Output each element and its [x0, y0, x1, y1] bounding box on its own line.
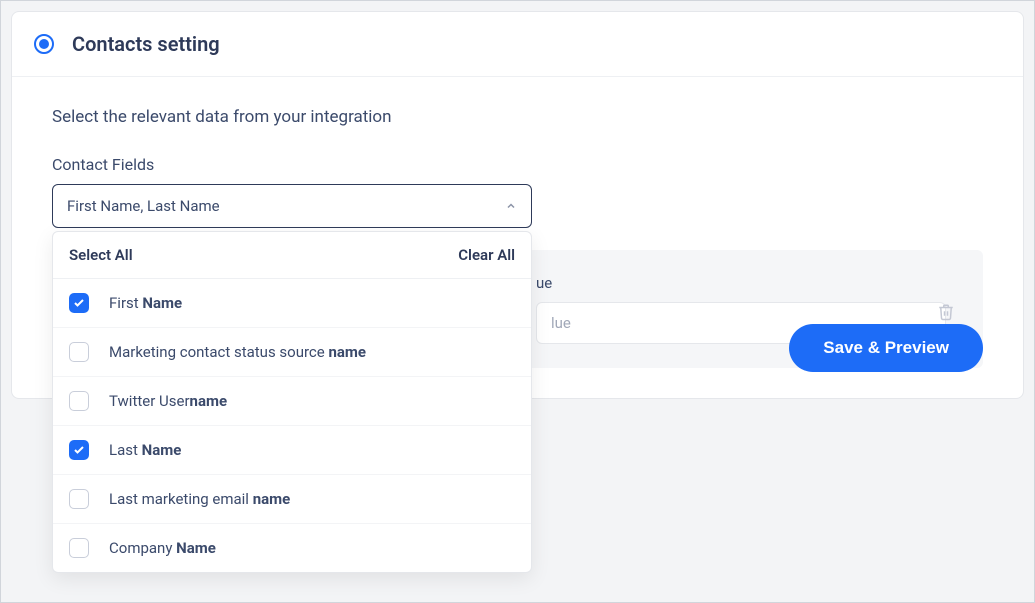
option-label: Twitter Username	[109, 392, 227, 410]
card-body: Select the relevant data from your integ…	[12, 77, 1023, 398]
chevron-up-icon	[505, 200, 517, 212]
option-row[interactable]: Marketing contact status source name	[53, 328, 531, 377]
option-row[interactable]: First Name	[53, 279, 531, 328]
option-label: Marketing contact status source name	[109, 343, 366, 361]
settings-card: Contacts setting Select the relevant dat…	[11, 11, 1024, 399]
field-label: Contact Fields	[52, 155, 983, 174]
checkbox-icon[interactable]	[69, 538, 89, 558]
options-list: First Name Marketing contact status sourc…	[53, 279, 531, 572]
contact-fields-select[interactable]: First Name, Last Name	[52, 184, 532, 228]
checkbox-icon[interactable]	[69, 391, 89, 411]
option-label: First Name	[109, 294, 182, 312]
contact-fields-dropdown: Select All Clear All First Name Marketing…	[52, 231, 532, 573]
checkbox-icon[interactable]	[69, 342, 89, 362]
checkbox-checked-icon[interactable]	[69, 293, 89, 313]
save-preview-button[interactable]: Save & Preview	[789, 324, 983, 372]
option-label: Last marketing email name	[109, 490, 290, 508]
contact-fields-select-wrap: First Name, Last Name Select All Clear A…	[52, 184, 532, 228]
option-row[interactable]: Last marketing email name	[53, 475, 531, 524]
option-row[interactable]: Last Name	[53, 426, 531, 475]
trash-icon[interactable]	[937, 302, 955, 322]
option-label: Last Name	[109, 441, 181, 459]
checkbox-checked-icon[interactable]	[69, 440, 89, 460]
radio-dot-icon	[39, 39, 49, 49]
page-title: Contacts setting	[72, 32, 220, 56]
radio-selected-icon[interactable]	[34, 34, 54, 54]
dropdown-actions: Select All Clear All	[53, 232, 531, 279]
checkbox-icon[interactable]	[69, 489, 89, 509]
card-header: Contacts setting	[12, 12, 1023, 77]
option-row[interactable]: Twitter Username	[53, 377, 531, 426]
check-icon	[73, 444, 85, 456]
select-value: First Name, Last Name	[67, 197, 220, 215]
value-label: ue	[536, 274, 959, 292]
select-all-button[interactable]: Select All	[69, 246, 133, 264]
clear-all-button[interactable]: Clear All	[458, 246, 515, 264]
instruction-text: Select the relevant data from your integ…	[52, 107, 983, 127]
check-icon	[73, 297, 85, 309]
option-label: Company Name	[109, 539, 216, 557]
option-row[interactable]: Company Name	[53, 524, 531, 572]
